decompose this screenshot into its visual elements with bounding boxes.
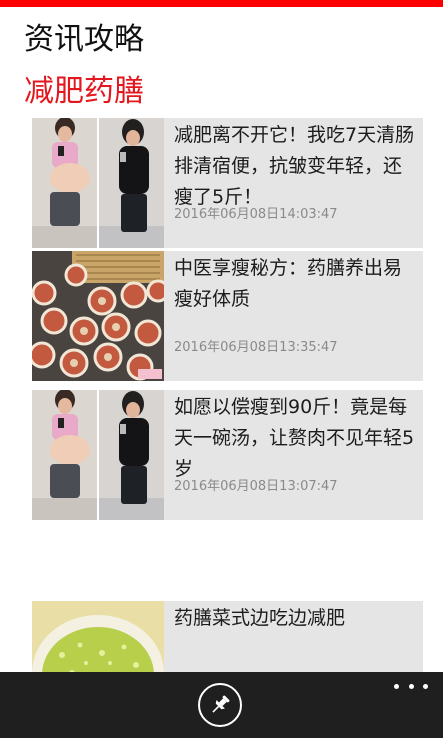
article-title: 如愿以偿瘦到90斤！竟是每天一碗汤，让赘肉不见年轻5岁 [174,396,415,480]
pin-icon [212,695,230,713]
article-title: 中医享瘦秘方：药膳养出易瘦好体质 [174,257,403,310]
article-item[interactable]: 减肥离不开它！我吃7天清肠排清宿便，抗皱变年轻，还瘦了5斤！ 2016年06月0… [32,118,423,248]
article-date: 2016年06月08日13:07:47 [174,479,338,494]
article-thumbnail [32,251,164,381]
top-accent-bar [0,0,443,7]
article-title: 减肥离不开它！我吃7天清肠排清宿便，抗皱变年轻，还瘦了5斤！ [174,124,415,208]
article-item[interactable]: 如愿以偿瘦到90斤！竟是每天一碗汤，让赘肉不见年轻5岁 2016年06月08日1… [32,390,423,520]
food-rolls-photo [32,251,164,381]
article-title: 药膳菜式边吃边减肥 [174,607,346,629]
article-item[interactable]: 中医享瘦秘方：药膳养出易瘦好体质 2016年06月08日13:35:47 [32,251,423,381]
article-thumbnail [32,118,164,248]
more-options-button[interactable] [394,676,428,696]
before-after-photo [32,118,164,248]
app-title: 资讯攻略 [24,22,144,57]
before-after-photo [32,390,164,520]
more-dots-icon [423,683,428,689]
article-date: 2016年06月08日13:35:47 [174,340,338,355]
article-thumbnail [32,390,164,520]
article-date: 2016年06月08日14:03:47 [174,207,338,222]
more-dots-icon [394,683,399,689]
section-title: 减肥药膳 [24,74,144,109]
pin-button[interactable] [198,683,242,727]
more-dots-icon [408,683,414,689]
app-bar [0,672,443,738]
